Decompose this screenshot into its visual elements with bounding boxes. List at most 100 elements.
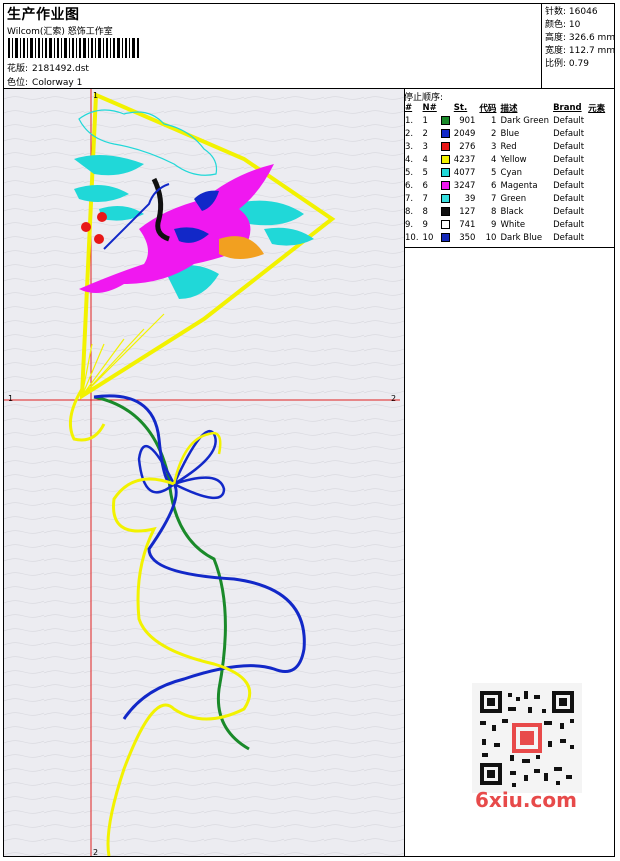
studio-name: Wilcom(汇索) 怒饰工作室	[7, 27, 113, 37]
color-swatch	[440, 232, 450, 242]
row-needle: 10	[422, 232, 434, 243]
row-code: 10	[485, 232, 497, 243]
col-brand: Brand	[553, 102, 582, 113]
row-code: 1	[491, 115, 497, 126]
row-swatch	[439, 166, 452, 179]
row-element	[586, 218, 607, 231]
row-stitches: 4237	[453, 154, 476, 165]
row-description: Dark Green	[500, 115, 550, 126]
table-row: 9. 9 741 9 White Default	[403, 218, 607, 231]
row-swatch	[439, 205, 452, 218]
axis-label-y-end: 2	[93, 848, 99, 857]
row-brand: Default	[553, 180, 585, 191]
stats-panel: 针数: 16046 颜色: 10 高度: 326.6 mm 宽度: 112.7 …	[541, 4, 615, 88]
row-element	[586, 114, 607, 127]
row-stitches: 4077	[453, 167, 476, 178]
row-needle: 6	[422, 180, 428, 191]
row-needle: 3	[422, 141, 428, 152]
row-description: White	[500, 219, 526, 230]
row-index: 9.	[405, 219, 414, 230]
color-swatch	[440, 167, 450, 177]
row-swatch	[439, 127, 452, 140]
row-brand: Default	[553, 206, 585, 217]
row-element	[586, 153, 607, 166]
embroidery-preview	[4, 89, 404, 856]
row-stitches: 901	[459, 115, 476, 126]
row-needle: 1	[422, 115, 428, 126]
row-stitches: 39	[464, 193, 476, 204]
col-element: 元素	[588, 103, 606, 114]
table-row: 3. 3 276 3 Red Default	[403, 140, 607, 153]
row-stitches: 741	[459, 219, 476, 230]
watermark: 6xiu.com	[475, 788, 577, 812]
row-swatch	[439, 231, 452, 244]
row-brand: Default	[553, 128, 585, 139]
row-description: Magenta	[500, 180, 538, 191]
row-index: 8.	[405, 206, 414, 217]
col-code: 代码	[479, 103, 497, 114]
table-row: 8. 8 127 8 Black Default	[403, 205, 607, 218]
table-divider	[404, 247, 615, 248]
color-swatch	[440, 128, 450, 138]
color-swatch	[440, 219, 450, 229]
row-stitches: 3247	[453, 180, 476, 191]
stat-stitches: 针数: 16046	[545, 7, 598, 17]
table-row: 4. 4 4237 4 Yellow Default	[403, 153, 607, 166]
row-stitches: 127	[459, 206, 476, 217]
row-stitches: 276	[459, 141, 476, 152]
row-description: Red	[500, 141, 517, 152]
row-code: 8	[491, 206, 497, 217]
design-file-label: 花版:	[7, 64, 29, 74]
row-swatch	[439, 153, 452, 166]
table-row: 6. 6 3247 6 Magenta Default	[403, 179, 607, 192]
table-header-row: # N# St. 代码 描述 Brand 元素	[403, 101, 607, 114]
barcode	[8, 38, 139, 58]
row-index: 6.	[405, 180, 414, 191]
stat-width: 宽度: 112.7 mm	[545, 46, 616, 56]
color-swatch	[440, 115, 450, 125]
color-swatch	[440, 206, 450, 216]
row-needle: 9	[422, 219, 428, 230]
blossom-1	[81, 222, 91, 232]
row-stitches: 350	[459, 232, 476, 243]
color-swatch	[440, 180, 450, 190]
row-index: 7.	[405, 193, 414, 204]
row-index: 3.	[405, 141, 414, 152]
row-element	[586, 192, 607, 205]
row-element	[586, 127, 607, 140]
sheet-title: 生产作业图	[7, 7, 80, 23]
stat-scale: 比例: 0.79	[545, 59, 589, 69]
table-row: 7. 7 39 7 Green Default	[403, 192, 607, 205]
axis-label-x-end: 2	[391, 394, 397, 403]
row-index: 10.	[405, 232, 419, 243]
design-file-line: 花版: 2181492.dst	[7, 61, 89, 74]
row-code: 4	[491, 154, 497, 165]
row-code: 6	[491, 180, 497, 191]
row-brand: Default	[553, 219, 585, 230]
row-code: 7	[491, 193, 497, 204]
row-needle: 5	[422, 167, 428, 178]
table-row: 1. 1 901 1 Dark Green Default	[403, 114, 607, 127]
table-row: 10. 10 350 10 Dark Blue Default	[403, 231, 607, 244]
stat-height: 高度: 326.6 mm	[545, 33, 616, 43]
row-brand: Default	[553, 115, 585, 126]
row-description: Black	[500, 206, 524, 217]
production-sheet: 生产作业图 Wilcom(汇索) 怒饰工作室 花版: 2181492.dst 色位…	[0, 0, 620, 861]
col-needle: N#	[422, 102, 437, 113]
row-stitches: 2049	[453, 128, 476, 139]
table-row: 5. 5 4077 5 Cyan Default	[403, 166, 607, 179]
row-description: Dark Blue	[500, 232, 543, 243]
stat-colors: 颜色: 10	[545, 20, 581, 30]
row-needle: 2	[422, 128, 428, 139]
row-index: 4.	[405, 154, 414, 165]
row-swatch	[439, 192, 452, 205]
col-index: #	[405, 102, 413, 113]
row-brand: Default	[553, 154, 585, 165]
col-swatch	[439, 101, 452, 114]
row-brand: Default	[553, 167, 585, 178]
row-code: 9	[491, 219, 497, 230]
axis-label-y-start: 1	[93, 91, 99, 100]
row-code: 2	[491, 128, 497, 139]
qr-code	[472, 683, 582, 793]
row-swatch	[439, 140, 452, 153]
